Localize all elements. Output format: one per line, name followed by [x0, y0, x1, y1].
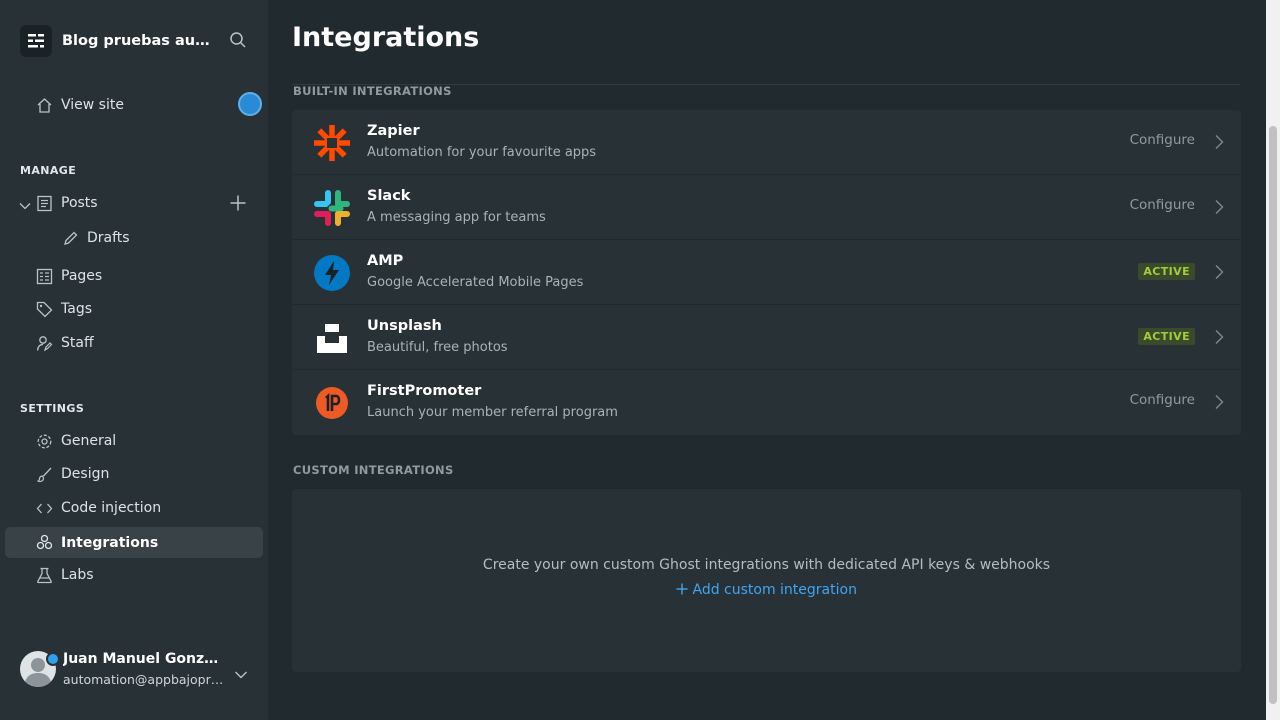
nav-code-injection[interactable]: Code injection — [5, 492, 263, 524]
custom-integrations-panel: Create your own custom Ghost integration… — [292, 489, 1241, 672]
integration-description: Google Accelerated Mobile Pages — [367, 275, 584, 290]
add-post-icon[interactable] — [229, 194, 247, 216]
nav-view-site-label: View site — [61, 97, 124, 113]
chevron-right-icon — [1214, 329, 1224, 349]
amp-icon — [313, 254, 351, 292]
integration-name: Zapier — [367, 123, 420, 139]
posts-icon — [36, 195, 53, 216]
pencil-icon — [62, 230, 79, 251]
integration-row-firstpromoter[interactable]: FirstPromoter Launch your member referra… — [292, 370, 1241, 435]
online-status-dot — [46, 652, 60, 666]
brush-icon — [36, 466, 53, 487]
integration-name: FirstPromoter — [367, 383, 482, 399]
configure-link[interactable]: Configure — [1130, 392, 1195, 408]
integration-row-unsplash[interactable]: Unsplash Beautiful, free photos ACTIVE — [292, 305, 1241, 370]
integration-description: Launch your member referral program — [367, 405, 618, 420]
chevron-right-icon — [1214, 199, 1224, 219]
configure-link[interactable]: Configure — [1130, 132, 1195, 148]
nav-design-label: Design — [61, 466, 110, 482]
nav-general[interactable]: General — [5, 425, 263, 457]
search-icon[interactable] — [229, 31, 247, 53]
pages-icon — [36, 268, 53, 289]
add-custom-integration-link[interactable]: Add custom integration — [292, 582, 1241, 598]
page-title: Integrations — [292, 22, 480, 53]
custom-integrations-heading: CUSTOM INTEGRATIONS — [293, 463, 454, 477]
builtin-integrations-list: Zapier Automation for your favourite app… — [292, 110, 1241, 435]
user-name: Juan Manuel González — [63, 651, 225, 667]
nav-drafts[interactable]: Drafts — [5, 222, 263, 254]
flask-icon — [36, 567, 53, 588]
configure-link[interactable]: Configure — [1130, 197, 1195, 213]
integration-name: Slack — [367, 188, 411, 204]
nav-staff[interactable]: Staff — [5, 327, 263, 359]
gear-icon — [36, 433, 53, 454]
nav-labs-label: Labs — [61, 567, 94, 583]
nav-view-site[interactable]: View site — [5, 89, 263, 121]
integration-row-slack[interactable]: Slack A messaging app for teams Configur… — [292, 175, 1241, 240]
builtin-integrations-heading: BUILT-IN INTEGRATIONS — [293, 84, 452, 98]
integration-row-amp[interactable]: AMP Google Accelerated Mobile Pages ACTI… — [292, 240, 1241, 305]
nav-posts[interactable]: Posts — [5, 187, 263, 219]
integration-description: A messaging app for teams — [367, 210, 546, 225]
site-logo-icon — [20, 25, 52, 57]
integration-name: Unsplash — [367, 318, 442, 334]
active-badge: ACTIVE — [1138, 263, 1195, 280]
nav-pages-label: Pages — [61, 268, 103, 284]
integration-row-zapier[interactable]: Zapier Automation for your favourite app… — [292, 110, 1241, 175]
active-badge: ACTIVE — [1138, 328, 1195, 345]
nav-labs[interactable]: Labs — [5, 559, 263, 591]
site-title: Blog pruebas automation — [62, 33, 214, 49]
nav-integrations-label: Integrations — [61, 534, 159, 551]
scrollbar-thumb[interactable] — [1269, 126, 1277, 704]
integrations-icon — [36, 534, 53, 555]
nav-design[interactable]: Design — [5, 458, 263, 490]
notification-dot[interactable] — [240, 94, 260, 114]
plus-icon — [676, 582, 692, 598]
chevron-right-icon — [1214, 134, 1224, 154]
nav-general-label: General — [61, 433, 117, 449]
nav-tags[interactable]: Tags — [5, 293, 263, 325]
nav-integrations[interactable]: Integrations — [5, 527, 263, 558]
nav-drafts-label: Drafts — [87, 230, 130, 246]
nav-staff-label: Staff — [61, 335, 94, 351]
page-scrollbar[interactable] — [1266, 0, 1280, 720]
nav-pages[interactable]: Pages — [5, 260, 263, 292]
site-brand[interactable]: Blog pruebas automation — [20, 25, 214, 57]
nav-tags-label: Tags — [61, 301, 92, 317]
manage-heading: MANAGE — [20, 164, 77, 177]
home-icon — [36, 97, 53, 118]
tag-icon — [36, 301, 53, 322]
integration-description: Beautiful, free photos — [367, 340, 508, 355]
staff-icon — [36, 335, 53, 356]
sidebar: Blog pruebas automation View site MANAGE… — [0, 0, 268, 720]
unsplash-icon — [313, 319, 351, 357]
chevron-down-icon[interactable] — [234, 665, 248, 684]
slack-icon — [313, 189, 351, 227]
nav-posts-label: Posts — [61, 195, 98, 211]
user-email: automation@appbajopruebas.com — [63, 672, 225, 687]
main-content: Integrations BUILT-IN INTEGRATIONS Zapie… — [268, 0, 1266, 720]
custom-integrations-description: Create your own custom Ghost integration… — [482, 557, 1051, 573]
integration-name: AMP — [367, 253, 404, 269]
code-icon — [36, 500, 53, 521]
chevron-right-icon — [1214, 394, 1224, 414]
zapier-icon — [313, 124, 351, 162]
firstpromoter-icon — [313, 384, 351, 422]
add-custom-integration-label: Add custom integration — [692, 582, 857, 598]
settings-heading: SETTINGS — [20, 402, 85, 415]
chevron-right-icon — [1214, 264, 1224, 284]
nav-code-injection-label: Code injection — [61, 500, 162, 516]
integration-description: Automation for your favourite apps — [367, 145, 597, 160]
